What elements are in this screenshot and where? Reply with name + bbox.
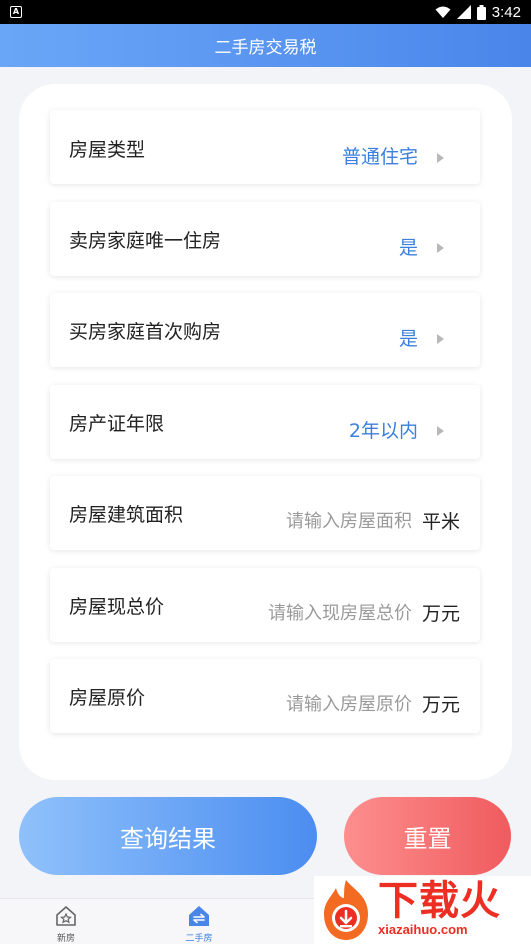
house-type-row[interactable]: 房屋类型 普通住宅 bbox=[50, 110, 480, 184]
area-input[interactable] bbox=[222, 508, 412, 534]
query-result-button[interactable]: 查询结果 bbox=[19, 797, 317, 875]
current-price-input[interactable] bbox=[222, 600, 412, 626]
original-price-row: 房屋原价 万元 bbox=[50, 659, 480, 733]
nav-label-new-house: 新房 bbox=[56, 934, 75, 944]
wifi-icon bbox=[435, 6, 451, 18]
area-row: 房屋建筑面积 平米 bbox=[50, 476, 480, 550]
house-type-label: 房屋类型 bbox=[69, 139, 146, 161]
tax-form-card: 房屋类型 普通住宅 卖房家庭唯一住房 是 买房家庭首次购房 是 房产证年限 2年… bbox=[19, 84, 512, 780]
watermark-text: 下载火 bbox=[378, 878, 501, 924]
second-hand-house-icon bbox=[189, 906, 209, 926]
buyer-first-home-row[interactable]: 买房家庭首次购房 是 bbox=[50, 293, 480, 367]
cert-years-value: 2年以内 bbox=[348, 420, 418, 442]
chevron-right-icon bbox=[437, 334, 444, 344]
buyer-first-home-label: 买房家庭首次购房 bbox=[69, 321, 222, 343]
cert-years-row[interactable]: 房产证年限 2年以内 bbox=[50, 385, 480, 459]
nav-label-second-hand-house: 二手房 bbox=[185, 934, 213, 944]
status-time: 3:42 bbox=[491, 3, 521, 21]
new-house-icon bbox=[56, 906, 76, 926]
area-unit: 平米 bbox=[421, 511, 460, 533]
chevron-right-icon bbox=[437, 243, 444, 253]
cert-years-label: 房产证年限 bbox=[69, 413, 165, 435]
watermark-url: xiazaihuo.com bbox=[378, 922, 468, 937]
buyer-first-home-value: 是 bbox=[398, 328, 418, 350]
area-label: 房屋建筑面积 bbox=[69, 504, 184, 526]
flame-logo-icon bbox=[324, 880, 368, 940]
notification-a-icon: A bbox=[10, 6, 22, 18]
original-price-input[interactable] bbox=[222, 691, 412, 717]
chevron-right-icon bbox=[437, 426, 444, 436]
seller-only-home-value: 是 bbox=[398, 237, 418, 259]
seller-only-home-label: 卖房家庭唯一住房 bbox=[69, 230, 222, 252]
current-price-unit: 万元 bbox=[421, 603, 460, 625]
current-price-row: 房屋现总价 万元 bbox=[50, 568, 480, 642]
chevron-right-icon bbox=[437, 153, 444, 163]
current-price-label: 房屋现总价 bbox=[69, 596, 165, 618]
nav-item-new-house[interactable]: 新房 bbox=[36, 903, 96, 944]
nav-item-second-hand-house[interactable]: 二手房 bbox=[169, 903, 229, 944]
original-price-label: 房屋原价 bbox=[69, 687, 146, 709]
house-type-value: 普通住宅 bbox=[341, 146, 418, 168]
page-title: 二手房交易税 bbox=[214, 38, 317, 58]
signal-icon bbox=[456, 5, 471, 19]
original-price-unit: 万元 bbox=[421, 694, 460, 716]
page-header: 二手房交易税 bbox=[0, 24, 531, 67]
reset-button[interactable]: 重置 bbox=[344, 797, 511, 875]
watermark-logo: 下载火 xiazaihuo.com bbox=[314, 876, 531, 944]
status-bar: A 3:42 bbox=[0, 0, 531, 24]
battery-icon bbox=[476, 4, 486, 20]
seller-only-home-row[interactable]: 卖房家庭唯一住房 是 bbox=[50, 202, 480, 276]
